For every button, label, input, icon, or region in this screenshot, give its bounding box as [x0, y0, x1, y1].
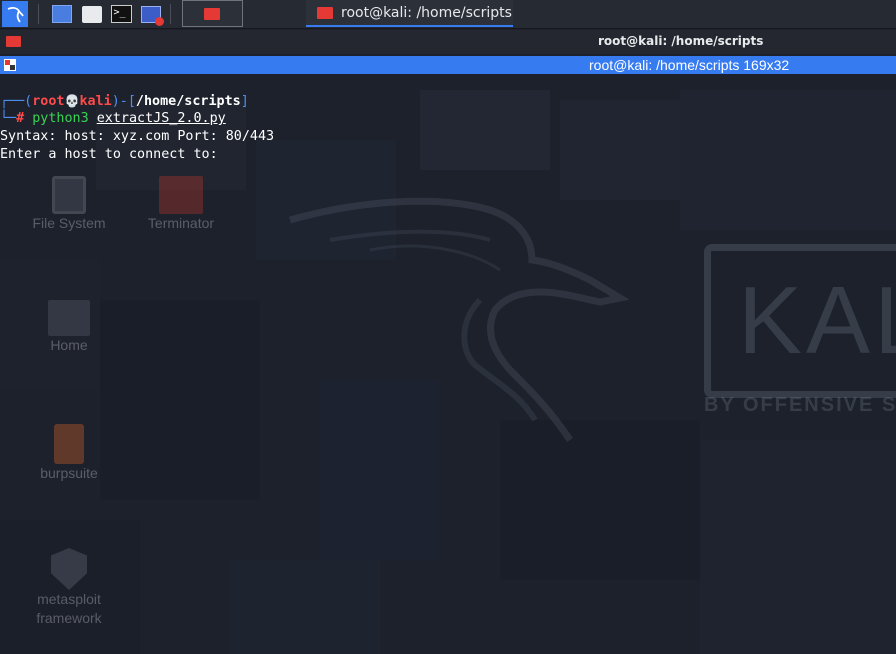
desktop-icon [52, 5, 72, 23]
desktop-icon-terminator[interactable]: Terminator [136, 176, 226, 233]
desktop-icon-burpsuite[interactable]: burpsuite [24, 424, 114, 483]
burpsuite-icon [54, 424, 84, 464]
recorder-icon [141, 5, 164, 26]
kali-dragon-watermark [289, 197, 630, 442]
desktop-screen: KAL BY OFFENSIVE SE File System Terminat… [0, 0, 896, 654]
metasploit-icon [51, 548, 87, 590]
taskbar-terminator-button[interactable] [182, 0, 243, 27]
kali-wallpaper-logo: KAL [700, 244, 896, 398]
terminator-icon [317, 7, 333, 19]
desktop-icon-home[interactable]: Home [24, 300, 114, 355]
terminal-title-bar[interactable]: root@kali: /home/scripts 169x32 [0, 56, 896, 74]
kali-wallpaper-subtitle: BY OFFENSIVE SE [704, 394, 896, 416]
terminator-icon [204, 8, 220, 20]
terminal-tab-title: root@kali: /home/scripts 169x32 [589, 57, 790, 73]
window-titlebar[interactable]: root@kali: /home/scripts [0, 30, 896, 54]
output-line: Syntax: host: xyz.com Port: 80/443 [0, 129, 275, 144]
folder-icon [82, 5, 102, 23]
kali-menu-button[interactable] [2, 1, 28, 27]
show-desktop-button[interactable] [50, 2, 74, 26]
prompt-line-command: └─# python3 extractJS_2.0.py [0, 111, 226, 126]
home-folder-icon [48, 300, 90, 336]
terminal-grid-icon[interactable] [4, 59, 16, 71]
output-line: Enter a host to connect to: [0, 147, 218, 162]
desktop-icon-metasploit[interactable]: metasploit framework [24, 548, 114, 628]
taskbar-window-button[interactable]: root@kali: /home/scripts [306, 0, 513, 27]
terminal-launcher-button[interactable]: >_ [109, 2, 133, 26]
terminal-output[interactable]: ┌──(root💀kali)-[/home/scripts] └─# pytho… [0, 92, 896, 164]
window-title: root@kali: /home/scripts [598, 34, 764, 48]
drive-icon [52, 176, 86, 214]
terminator-icon [159, 176, 203, 214]
prompt-line-top: ┌──(root💀kali)-[/home/scripts] [0, 94, 249, 109]
kali-dragon-icon [7, 7, 24, 23]
file-manager-button[interactable] [80, 2, 104, 26]
terminal-icon: >_ [110, 5, 132, 23]
desktop-icon-file-system[interactable]: File System [24, 176, 114, 233]
screen-recorder-button[interactable] [139, 2, 164, 26]
top-panel: >_ root@kali: /home/scripts [0, 0, 896, 29]
terminator-icon [6, 36, 21, 47]
